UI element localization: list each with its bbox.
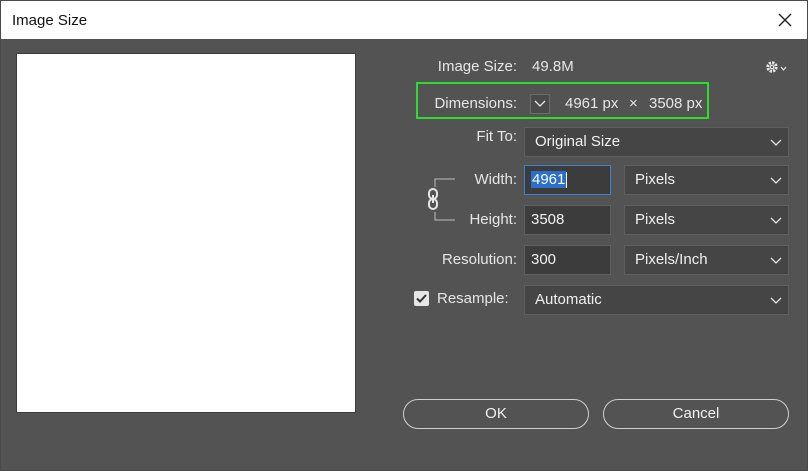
resolution-unit-select[interactable]: Pixels/Inch [624, 245, 789, 275]
cancel-button[interactable]: Cancel [603, 399, 789, 429]
height-value: 3508 [531, 211, 565, 228]
resample-label: Resample: [437, 290, 509, 307]
resolution-input[interactable]: 300 [524, 245, 611, 275]
fit-to-label: Fit To: [476, 128, 517, 145]
close-button[interactable] [771, 7, 799, 33]
dimensions-label: Dimensions: [434, 95, 517, 112]
dimensions-width-value: 4961 px [565, 95, 619, 112]
checkmark-icon [416, 294, 427, 303]
width-value: 4961 [531, 171, 567, 188]
resample-checkbox[interactable] [414, 291, 429, 306]
fit-to-value: Original Size [535, 133, 621, 150]
width-label: Width: [474, 171, 517, 188]
width-unit-select[interactable]: Pixels [624, 165, 789, 195]
close-icon [778, 13, 792, 27]
text-caret [566, 172, 568, 189]
image-preview[interactable] [16, 53, 356, 413]
dimensions-units-dropdown[interactable] [530, 94, 550, 114]
chain-link-icon [428, 188, 438, 210]
chevron-down-icon [770, 139, 782, 146]
height-input[interactable]: 3508 [524, 205, 611, 235]
chevron-down-icon [770, 297, 782, 304]
image-size-label: Image Size: [437, 58, 517, 75]
chevron-down-icon [770, 177, 782, 184]
height-unit-select[interactable]: Pixels [624, 205, 789, 235]
chevron-down-icon [534, 100, 546, 107]
chevron-down-icon [770, 217, 782, 224]
resolution-unit-value: Pixels/Inch [635, 251, 708, 268]
dialog-title: Image Size [12, 12, 88, 29]
width-input[interactable]: 4961 [524, 165, 611, 195]
resolution-label: Resolution: [441, 251, 517, 268]
width-unit-value: Pixels [635, 171, 676, 188]
resample-method-value: Automatic [535, 291, 602, 308]
resolution-value: 300 [531, 251, 557, 268]
dimensions-times: × [629, 95, 638, 112]
chevron-down-icon [770, 257, 782, 264]
settings-menu-button[interactable] [765, 58, 789, 76]
fit-to-select[interactable]: Original Size [524, 127, 789, 157]
resample-method-select[interactable]: Automatic [524, 285, 789, 315]
image-size-value: 49.8M [532, 58, 574, 75]
image-size-dialog: Image Size Image Size: 49.8M Dimensions:… [0, 0, 808, 471]
constrain-proportions-button[interactable] [424, 187, 442, 211]
ok-button[interactable]: OK [403, 399, 589, 429]
title-bar: Image Size [1, 1, 807, 39]
height-unit-value: Pixels [635, 211, 676, 228]
height-label: Height: [469, 211, 517, 228]
gear-icon [766, 61, 787, 73]
dimensions-height-value: 3508 px [649, 95, 703, 112]
